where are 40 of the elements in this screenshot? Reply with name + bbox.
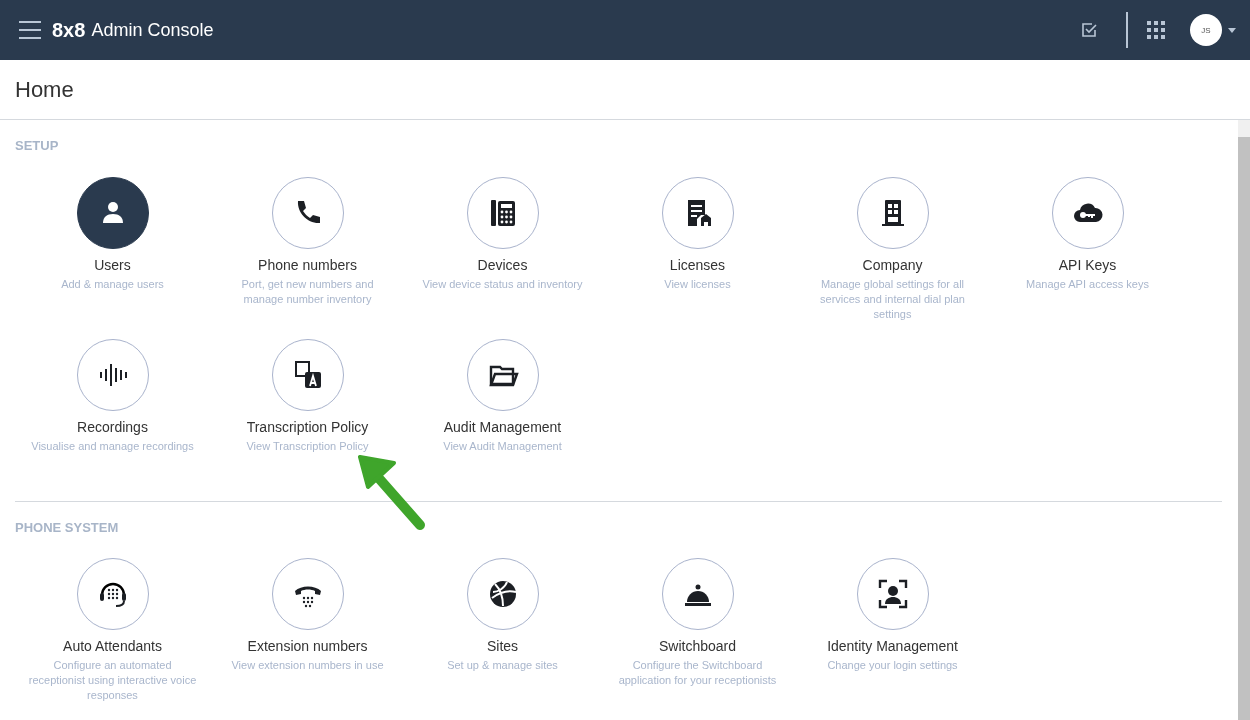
tile-title[interactable]: API Keys (1058, 257, 1117, 273)
tile-title[interactable]: Audit Management (443, 419, 562, 435)
tile-description: View licenses (663, 277, 732, 292)
logo[interactable]: 8x8 (52, 18, 86, 42)
app-title: Admin Console (91, 19, 214, 41)
tile-description: Port, get new numbers and manage number inventory (240, 277, 375, 307)
menu-icon[interactable] (18, 20, 42, 40)
tile-title[interactable]: Extension numbers (247, 638, 368, 654)
page-title: Home (15, 76, 74, 103)
tile-description: Set up & manage sites (446, 658, 559, 673)
app-grid-icon[interactable] (1146, 20, 1166, 40)
tile-description: View device status and inventory (421, 277, 584, 292)
tile-title[interactable]: Switchboard (658, 638, 736, 654)
tile-title[interactable]: Devices (477, 257, 528, 273)
checkbox-icon[interactable] (1080, 21, 1098, 39)
scrollbar[interactable] (1238, 120, 1250, 720)
tile-title[interactable]: Transcription Policy (246, 419, 369, 435)
tile-description: Add & manage users (60, 277, 165, 292)
tile-title[interactable]: Users (94, 257, 131, 273)
section-title: SETUP (15, 138, 60, 154)
tile-description: View Audit Management (442, 439, 563, 454)
tile-title[interactable]: Recordings (77, 419, 148, 435)
tile-description: Manage global settings for all services and internal dial plan settings (819, 277, 966, 322)
tile-description: Change your login settings (826, 658, 959, 673)
tile-description: Manage API access keys (1025, 277, 1150, 292)
tile-title[interactable]: Auto Attendants (63, 638, 162, 654)
user-avatar[interactable]: JS (1190, 14, 1222, 46)
tile-title[interactable]: Identity Management (827, 638, 958, 654)
tile-description: Configure the Switchboard application for your receptionists (617, 658, 778, 688)
face-scan-icon (876, 578, 909, 610)
tile-title[interactable]: Licenses (669, 257, 726, 273)
tile-title[interactable]: Sites (486, 638, 519, 654)
caret-icon[interactable] (1228, 27, 1236, 33)
tile-title[interactable]: Phone numbers (258, 257, 357, 273)
tile-description: View Transcription Policy (245, 439, 370, 454)
tile-description: View extension numbers in use (230, 658, 385, 673)
tile-description: Visualise and manage recordings (30, 439, 195, 454)
section-title: PHONE SYSTEM (15, 520, 120, 536)
tile-description: Configure an automated receptionist using interactive voice responses (27, 658, 198, 703)
tile-title[interactable]: Company (862, 257, 923, 273)
